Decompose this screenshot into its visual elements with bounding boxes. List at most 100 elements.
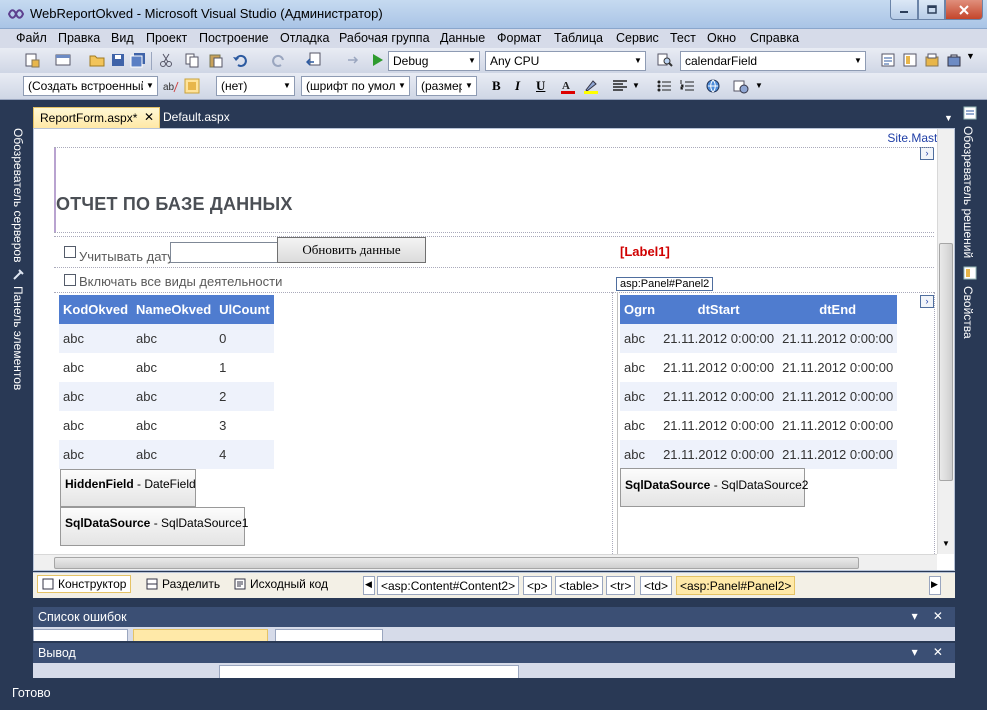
toolbox-icon[interactable] xyxy=(946,52,962,68)
include-all-activities-checkbox[interactable] xyxy=(64,274,76,286)
hyperlink-icon[interactable] xyxy=(705,78,721,94)
menu-build[interactable]: Построение xyxy=(199,31,269,45)
refresh-data-button[interactable]: Обновить данные xyxy=(277,237,426,263)
toolbox-tab[interactable]: Панель элементов xyxy=(11,286,25,390)
menu-view[interactable]: Вид xyxy=(111,31,134,45)
label1-control[interactable]: [Label1] xyxy=(620,244,670,259)
breadcrumb-item[interactable]: <table> xyxy=(555,576,604,595)
window-controls[interactable]: ▾ ✕ xyxy=(912,645,949,659)
layout-options-icon[interactable] xyxy=(733,78,749,94)
target-rule-icon[interactable] xyxy=(184,78,200,94)
smart-tag-icon[interactable]: › xyxy=(920,147,934,160)
menu-file[interactable]: Файл xyxy=(16,31,47,45)
output-title[interactable]: Вывод ▾ ✕ xyxy=(33,643,955,663)
source-view-button[interactable]: Исходный код xyxy=(234,577,328,591)
paste-icon[interactable] xyxy=(208,52,224,68)
find-in-files-icon[interactable] xyxy=(657,52,673,68)
underline-button[interactable]: U xyxy=(536,78,545,94)
menu-test[interactable]: Тест xyxy=(670,31,696,45)
crumb-scroll-left-icon[interactable]: ◀ xyxy=(363,576,375,595)
menu-table[interactable]: Таблица xyxy=(554,31,603,45)
warnings-filter-button[interactable] xyxy=(133,629,268,641)
redo-icon[interactable] xyxy=(271,52,287,68)
italic-button[interactable]: I xyxy=(515,78,520,94)
messages-filter-button[interactable] xyxy=(275,629,383,641)
panel-tag[interactable]: asp:Panel#Panel2 xyxy=(616,277,714,291)
breadcrumb-item[interactable]: <p> xyxy=(523,576,552,595)
breadcrumb-item[interactable]: <tr> xyxy=(606,576,636,595)
save-all-icon[interactable] xyxy=(130,52,146,68)
tab-default[interactable]: Default.aspx xyxy=(157,107,236,128)
organizations-gridview[interactable]: Ogrn dtStart dtEnd abc 21.11.2012 0:00:00… xyxy=(620,295,898,469)
crumb-scroll-right-icon[interactable]: ▶ xyxy=(929,576,941,595)
cut-icon[interactable] xyxy=(158,52,174,68)
maximize-button[interactable] xyxy=(918,0,945,20)
sql-datasource1-control[interactable]: SqlDataSource - SqlDataSource1 xyxy=(60,507,248,546)
menu-format[interactable]: Формат xyxy=(497,31,541,45)
vertical-scrollbar[interactable]: ▼ xyxy=(937,129,954,554)
column-header[interactable]: NameOkved xyxy=(132,295,216,324)
menu-debug[interactable]: Отладка xyxy=(280,31,329,45)
solution-platform-combo[interactable]: Any CPU ▼ xyxy=(485,51,646,71)
date-textbox[interactable] xyxy=(170,242,277,263)
close-button[interactable] xyxy=(945,0,983,20)
menu-project[interactable]: Проект xyxy=(146,31,187,45)
minimize-button[interactable] xyxy=(890,0,918,20)
design-surface[interactable]: Site.Master › ОТЧЕТ ПО БАЗЕ ДАННЫХ Учиты… xyxy=(33,128,955,571)
bold-button[interactable]: B xyxy=(492,78,501,94)
window-controls[interactable]: ▾ ✕ xyxy=(912,609,949,623)
close-tab-icon[interactable]: ✕ xyxy=(144,110,154,124)
toolbar-overflow-icon[interactable]: ▼ xyxy=(755,81,763,90)
target-rule-combo[interactable]: (нет) ▼ xyxy=(216,76,295,96)
column-header[interactable]: Ogrn xyxy=(620,295,660,324)
okved-gridview[interactable]: KodOkved NameOkved UlCount abc abc 0 abc ab… xyxy=(59,295,274,469)
breadcrumb-item[interactable]: <asp:Content#Content2> xyxy=(377,576,520,595)
font-size-combo[interactable]: (размер ▼ xyxy=(416,76,477,96)
add-item-icon[interactable] xyxy=(55,52,71,68)
apply-style-icon[interactable]: ab xyxy=(163,78,179,94)
solution-explorer-icon[interactable] xyxy=(880,52,896,68)
solution-explorer-tab[interactable]: Обозреватель решений xyxy=(961,126,975,258)
server-explorer-tab[interactable]: Обозреватель серверов xyxy=(11,128,25,262)
menu-tools[interactable]: Сервис xyxy=(616,31,659,45)
horizontal-scrollbar[interactable] xyxy=(34,554,937,570)
split-view-button[interactable]: Разделить xyxy=(146,577,220,591)
column-header[interactable]: UlCount xyxy=(215,295,274,324)
font-color-icon[interactable]: A xyxy=(560,78,576,94)
copy-icon[interactable] xyxy=(184,52,200,68)
chevron-down-icon[interactable]: ▼ xyxy=(632,81,640,90)
column-header[interactable]: KodOkved xyxy=(59,295,133,324)
find-combo[interactable]: calendarField ▼ xyxy=(680,51,866,71)
numbering-icon[interactable] xyxy=(679,78,695,94)
toolbar-overflow-icon[interactable]: ▼ xyxy=(966,51,975,61)
output-source-combo[interactable] xyxy=(219,665,519,678)
menu-team[interactable]: Рабочая группа xyxy=(339,31,430,45)
bullets-icon[interactable] xyxy=(656,78,672,94)
solution-configuration-combo[interactable]: Debug ▼ xyxy=(388,51,480,71)
hidden-field-control[interactable]: HiddenField - DateField xyxy=(60,469,196,507)
font-name-combo[interactable]: (шрифт по умол ▼ xyxy=(301,76,410,96)
breadcrumb-item[interactable]: <td> xyxy=(640,576,673,595)
navigate-forward-icon[interactable] xyxy=(345,52,361,68)
menu-edit[interactable]: Правка xyxy=(58,31,100,45)
sql-datasource2-control[interactable]: SqlDataSource - SqlDataSource2 xyxy=(620,468,808,507)
block-format-combo[interactable]: (Создать встроенный ▼ xyxy=(23,76,158,96)
tab-reportform[interactable]: ReportForm.aspx* ✕ xyxy=(33,107,160,128)
errors-filter-button[interactable] xyxy=(33,629,128,641)
start-debugging-icon[interactable] xyxy=(369,52,385,68)
navigate-backward-icon[interactable] xyxy=(306,52,322,68)
column-header[interactable]: dtStart xyxy=(659,295,779,324)
scroll-down-icon[interactable]: ▼ xyxy=(942,539,950,548)
highlight-color-icon[interactable] xyxy=(583,78,599,94)
object-browser-icon[interactable] xyxy=(924,52,940,68)
properties-window-icon[interactable] xyxy=(902,52,918,68)
open-folder-icon[interactable] xyxy=(89,52,105,68)
new-project-icon[interactable] xyxy=(24,52,40,68)
design-view-button[interactable]: Конструктор xyxy=(37,575,132,593)
properties-tab[interactable]: Свойства xyxy=(961,286,975,339)
undo-icon[interactable] xyxy=(232,52,248,68)
menu-data[interactable]: Данные xyxy=(440,31,485,45)
horizontal-scroll-thumb[interactable] xyxy=(54,557,859,569)
column-header[interactable]: dtEnd xyxy=(778,295,898,324)
menu-window[interactable]: Окно xyxy=(707,31,736,45)
